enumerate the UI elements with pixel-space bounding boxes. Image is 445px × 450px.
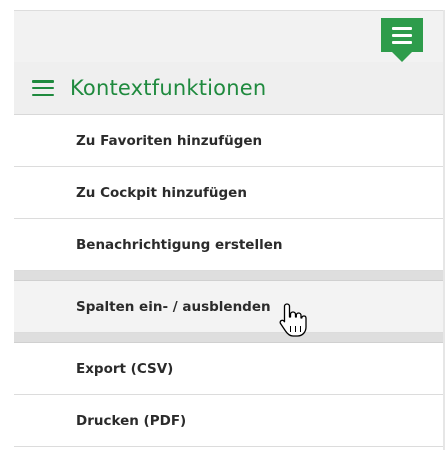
menu-separator [14,333,445,343]
menu-item-add-cockpit[interactable]: Zu Cockpit hinzufügen [14,167,445,219]
context-panel-header: Kontextfunktionen [14,62,445,115]
menu-item-toggle-columns[interactable]: Spalten ein- / ausblenden [14,281,445,333]
hamburger-icon [32,80,54,96]
hand-pointer-icon [279,303,307,337]
menu-separator [14,271,445,281]
menu-toggle-button[interactable] [381,18,423,52]
menu-item-add-favorites[interactable]: Zu Favoriten hinzufügen [14,115,445,167]
menu-item-create-notification[interactable]: Benachrichtigung erstellen [14,219,445,271]
menu-caret [392,52,412,62]
panel-title: Kontextfunktionen [70,76,267,100]
menu-item-print-pdf[interactable]: Drucken (PDF) [14,395,445,447]
menu-item-export-csv[interactable]: Export (CSV) [14,343,445,395]
hamburger-icon [392,26,412,30]
context-menu-list: Zu Favoriten hinzufügen Zu Cockpit hinzu… [14,115,445,447]
